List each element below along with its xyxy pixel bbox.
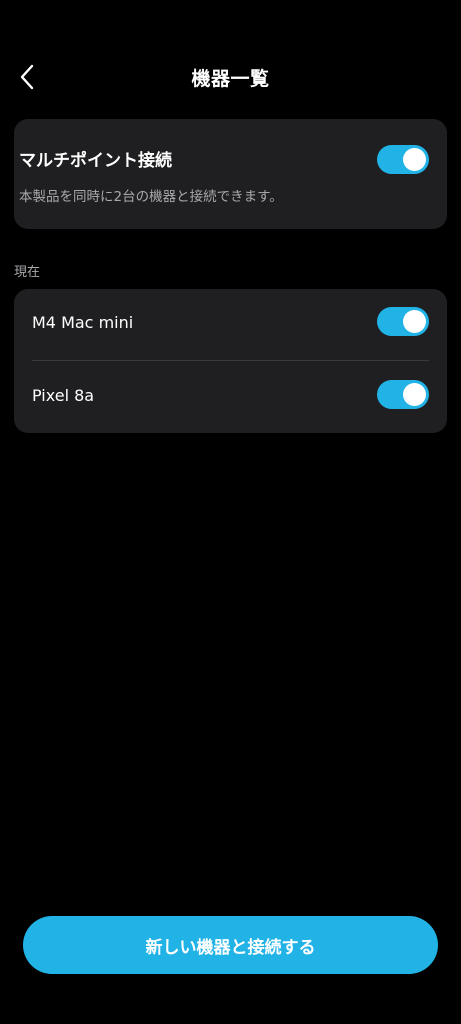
multipoint-card [14, 119, 447, 229]
toggle-knob [403, 310, 426, 333]
device-divider [32, 360, 429, 361]
page-title: 機器一覧 [191, 68, 270, 90]
toggle-knob [403, 148, 426, 171]
multipoint-title: マルチポイント接続 [19, 151, 172, 171]
top-bar: 機器一覧 [0, 52, 461, 102]
section-label-current: 現在 [14, 265, 41, 280]
multipoint-toggle[interactable] [377, 145, 429, 174]
device-toggle-m4-mac-mini[interactable] [377, 307, 429, 336]
connect-new-device-button[interactable]: 新しい機器と接続する [23, 916, 438, 974]
device-name-m4-mac-mini: M4 Mac mini [32, 313, 134, 332]
multipoint-description: 本製品を同時に2台の機器と接続できます。 [19, 189, 283, 205]
toggle-knob [403, 383, 426, 406]
device-name-pixel-8a: Pixel 8a [32, 386, 95, 405]
device-toggle-pixel-8a[interactable] [377, 380, 429, 409]
